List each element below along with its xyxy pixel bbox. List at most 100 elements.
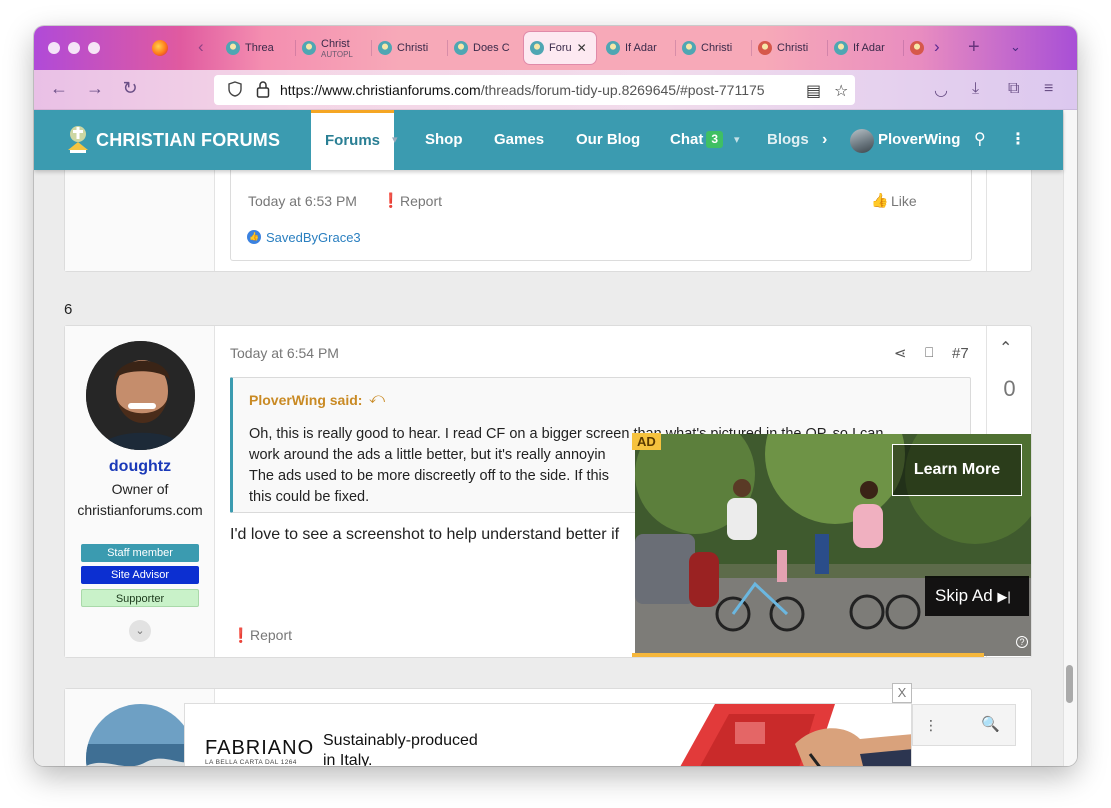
more-options-icon[interactable]: ⋮ — [1010, 110, 1026, 170]
close-window-button[interactable] — [48, 42, 60, 54]
search-icon[interactable]: ⚲ — [974, 110, 986, 170]
nav-chat[interactable]: Chat 3 — [670, 110, 724, 170]
post-counter-label: 6 — [64, 301, 73, 318]
nav-blogs[interactable]: Blogs — [767, 110, 809, 170]
tracking-shield-icon[interactable] — [228, 81, 242, 97]
quote-author[interactable]: PloverWing said: — [249, 392, 362, 408]
close-ad-button[interactable]: X — [892, 683, 912, 703]
close-tab-icon[interactable]: ✕ — [577, 41, 587, 55]
bookmark-icon[interactable]: ⎕ — [925, 344, 933, 361]
cf-favicon-red-icon — [910, 41, 924, 55]
forums-dropdown-icon[interactable]: ▾ — [392, 110, 398, 170]
like-reaction-icon: 👍 — [247, 230, 261, 244]
scrollbar-thumb[interactable] — [1066, 665, 1073, 703]
reload-icon[interactable]: ↻ — [119, 78, 141, 99]
cf-favicon-icon — [226, 41, 240, 55]
tab[interactable]: Threa — [220, 32, 296, 64]
learn-more-button[interactable]: Learn More — [892, 444, 1022, 496]
tab[interactable]: Christi — [752, 32, 828, 64]
avatar[interactable] — [86, 704, 195, 766]
nav-shop[interactable]: Shop — [425, 110, 463, 170]
cf-favicon-red-icon — [758, 41, 772, 55]
post-author-name[interactable]: doughtz — [65, 458, 215, 476]
report-icon[interactable]: ❗ — [382, 192, 399, 209]
report-icon[interactable]: ❗ — [232, 627, 249, 644]
tab[interactable] — [904, 32, 930, 64]
more-vertical-icon[interactable]: ⋮ — [924, 717, 938, 734]
list-all-tabs-icon[interactable]: ⌄ — [1010, 39, 1021, 55]
tab[interactable]: Christi — [676, 32, 752, 64]
user-avatar[interactable] — [850, 129, 874, 153]
cf-favicon-icon — [530, 41, 544, 55]
account-username[interactable]: PloverWing — [878, 110, 960, 170]
chat-dropdown-icon[interactable]: ▾ — [734, 110, 740, 170]
post-time[interactable]: Today at 6:53 PM — [248, 193, 357, 209]
expand-user-info-icon[interactable]: ⌄ — [129, 620, 151, 642]
back-icon[interactable]: ← — [48, 78, 70, 99]
tab[interactable]: Does C — [448, 32, 524, 64]
ad-copy: Sustainably-produced in Italy. — [323, 732, 478, 766]
url-text[interactable]: https://www.christianforums.com/threads/… — [280, 82, 800, 98]
cf-favicon-icon — [682, 41, 696, 55]
firefox-view-icon[interactable] — [152, 40, 168, 56]
browser-window: ‹ Threa Christ AUTOPL Christi Does C Foru… — [34, 26, 1077, 766]
user-column: doughtz Owner of christianforums.com Sta… — [65, 326, 215, 657]
minimize-window-button[interactable] — [68, 42, 80, 54]
reader-view-icon[interactable]: ▤ — [806, 81, 821, 101]
nav-our-blog[interactable]: Our Blog — [576, 110, 640, 170]
upvote-icon[interactable]: ⌃ — [999, 338, 1012, 358]
cf-favicon-icon — [302, 41, 316, 55]
avatar[interactable] — [86, 341, 195, 450]
document-search-icon[interactable]: 🔍 — [981, 715, 1000, 733]
tab-scroll-right-icon[interactable]: › — [934, 37, 940, 57]
url-bar[interactable]: https://www.christianforums.com/threads/… — [214, 75, 855, 105]
post-author-title: Owner of christianforums.com — [77, 481, 203, 518]
chat-count-badge: 3 — [706, 131, 724, 148]
site-logo-icon[interactable] — [66, 124, 90, 154]
liked-by-user[interactable]: SavedByGrace3 — [266, 230, 361, 245]
new-tab-icon[interactable]: + — [968, 36, 980, 59]
skip-ad-button[interactable]: Skip Ad ▶| — [925, 576, 1029, 616]
ad-brand-tagline: LA BELLA CARTA DAL 1264 — [205, 759, 297, 766]
share-icon[interactable]: ⋖ — [894, 344, 907, 362]
cf-favicon-icon — [606, 41, 620, 55]
banner-ad[interactable]: FABRIANO LA BELLA CARTA DAL 1264 Sustain… — [184, 703, 912, 766]
zoom-window-button[interactable] — [88, 42, 100, 54]
side-widget: ⋮ 🔍 — [912, 704, 1016, 746]
menu-icon[interactable]: ≡ — [1044, 80, 1053, 98]
downloads-icon[interactable]: ⤓ — [972, 80, 979, 98]
site-advisor-banner: Site Advisor — [81, 566, 199, 584]
tab[interactable]: If Adar — [828, 32, 904, 64]
ad-product-image — [645, 704, 911, 766]
forward-icon[interactable]: → — [84, 78, 106, 99]
post-number[interactable]: #7 — [952, 345, 969, 362]
vote-count: 0 — [1003, 376, 1016, 401]
nav-games[interactable]: Games — [494, 110, 544, 170]
site-header: CHRISTIAN FORUMS Forums ▾ Shop Games Our… — [34, 110, 1063, 170]
ad-brand-logo: FABRIANO — [205, 737, 315, 759]
report-link[interactable]: Report — [400, 193, 442, 209]
tab[interactable]: Christ AUTOPL — [296, 32, 372, 64]
tab[interactable]: If Adar — [600, 32, 676, 64]
lock-icon[interactable] — [256, 80, 270, 98]
like-button[interactable]: Like — [891, 193, 917, 209]
tab-scroll-left-icon[interactable]: ‹ — [198, 37, 204, 57]
nav-scroll-right-icon[interactable]: › — [822, 110, 827, 170]
bookmark-star-icon[interactable]: ☆ — [834, 81, 848, 101]
thumbs-up-icon[interactable]: 👍 — [871, 192, 888, 209]
post-time[interactable]: Today at 6:54 PM — [230, 345, 339, 361]
cf-favicon-icon — [378, 41, 392, 55]
ad-info-icon[interactable]: ? — [1016, 636, 1028, 648]
ad-label: AD — [632, 433, 661, 450]
cf-favicon-icon — [454, 41, 468, 55]
jump-to-quote-icon[interactable]: ⤺ — [369, 390, 385, 407]
report-link[interactable]: Report — [250, 627, 292, 643]
tab[interactable]: Christi — [372, 32, 448, 64]
nav-forums[interactable]: Forums — [311, 110, 395, 170]
extensions-icon[interactable]: ⧉ — [1008, 80, 1019, 98]
pocket-icon[interactable]: ◡ — [934, 80, 948, 100]
tab-active[interactable]: Foru ✕ — [524, 32, 596, 64]
supporter-banner: Supporter — [81, 589, 199, 607]
tab-bar: ‹ Threa Christ AUTOPL Christi Does C Foru… — [34, 26, 1077, 70]
site-logo-text[interactable]: CHRISTIAN FORUMS — [96, 130, 280, 151]
